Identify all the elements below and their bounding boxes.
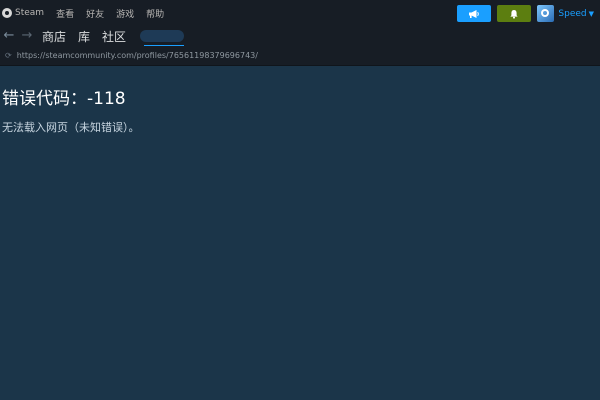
menu-view[interactable]: 查看 bbox=[56, 7, 74, 20]
page-content: 错误代码：-118 无法载入网页（未知错误）。 bbox=[0, 66, 600, 400]
error-message: 无法载入网页（未知错误）。 bbox=[2, 121, 140, 134]
steam-logo-icon bbox=[2, 8, 12, 18]
tab-store[interactable]: 商店 bbox=[42, 28, 66, 45]
url-address[interactable]: https://steamcommunity.com/profiles/7656… bbox=[17, 51, 258, 60]
menu-steam[interactable]: Steam bbox=[2, 8, 44, 18]
navigation-bar: ← → 商店 库 社区 bbox=[0, 26, 600, 47]
menu-steam-label: Steam bbox=[15, 8, 45, 18]
avatar[interactable] bbox=[537, 5, 555, 22]
top-right-controls: Speed ▼ bbox=[457, 5, 600, 22]
steam-client-window: Steam 查看 好友 游戏 帮助 Speed ▼ ← → 商店 库 社区 ⟳ … bbox=[0, 0, 600, 400]
megaphone-icon bbox=[469, 9, 480, 18]
loading-icon: ⟳ bbox=[5, 51, 12, 60]
menu-bar: Steam 查看 好友 游戏 帮助 Speed ▼ bbox=[0, 0, 600, 26]
menu-help[interactable]: 帮助 bbox=[146, 7, 164, 20]
menu-friends[interactable]: 好友 bbox=[86, 7, 104, 20]
arrow-left-icon[interactable]: ← bbox=[0, 29, 18, 43]
error-title: 错误代码：-118 bbox=[2, 89, 126, 109]
url-bar: ⟳ https://steamcommunity.com/profiles/76… bbox=[0, 46, 600, 66]
chevron-down-icon[interactable]: ▼ bbox=[589, 10, 594, 18]
menu-games[interactable]: 游戏 bbox=[116, 7, 134, 20]
tab-community[interactable]: 社区 bbox=[102, 28, 126, 45]
username-label[interactable]: Speed bbox=[558, 9, 586, 19]
announcements-button[interactable] bbox=[457, 5, 492, 22]
tab-username-redacted[interactable] bbox=[140, 30, 185, 47]
notifications-button[interactable] bbox=[497, 5, 532, 22]
bell-icon bbox=[510, 9, 518, 19]
tab-library[interactable]: 库 bbox=[78, 28, 90, 45]
arrow-right-icon[interactable]: → bbox=[18, 29, 36, 43]
